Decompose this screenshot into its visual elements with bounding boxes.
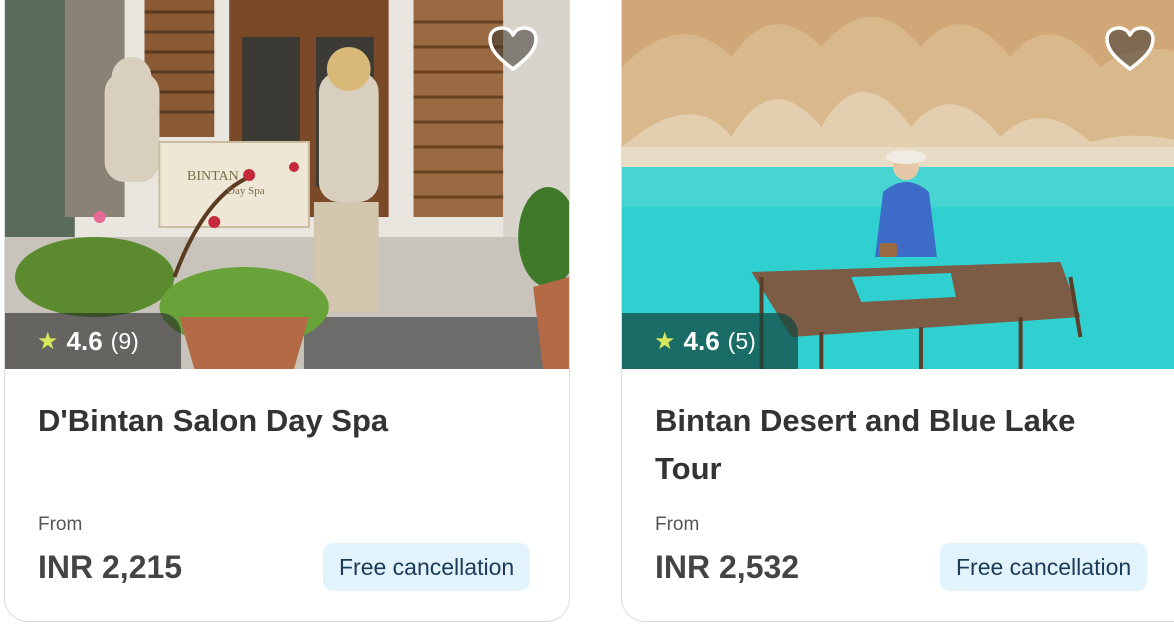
activity-card-desert-lake[interactable]: ★ 4.6 (5) Bintan Desert and Blue Lake To… (621, 0, 1174, 622)
activity-card-spa[interactable]: BINTAN Day Spa ★ 4.6 (9) D'Bintan Salon … (4, 0, 570, 622)
rating-score: 4.6 (66, 325, 103, 356)
wishlist-heart-icon[interactable] (487, 25, 539, 73)
activity-title[interactable]: D'Bintan Salon Day Spa (38, 397, 488, 445)
price-from-label: From (655, 514, 700, 535)
activity-title[interactable]: Bintan Desert and Blue Lake Tour (655, 397, 1105, 493)
rating-score: 4.6 (683, 325, 720, 356)
free-cancellation-badge: Free cancellation (323, 543, 531, 591)
review-count: (5) (727, 327, 756, 354)
rating-badge: ★ 4.6 (5) (622, 313, 798, 369)
star-icon: ★ (37, 327, 59, 355)
review-count: (9) (110, 327, 139, 354)
rating-badge: ★ 4.6 (9) (5, 313, 181, 369)
price-value: INR 2,215 (38, 549, 183, 585)
wishlist-heart-icon[interactable] (1104, 25, 1156, 73)
price-value: INR 2,532 (655, 549, 800, 585)
star-icon: ★ (654, 327, 676, 355)
spa-sign: BINTAN Day Spa (187, 169, 265, 197)
free-cancellation-badge: Free cancellation (940, 543, 1148, 591)
price-from-label: From (38, 514, 83, 535)
